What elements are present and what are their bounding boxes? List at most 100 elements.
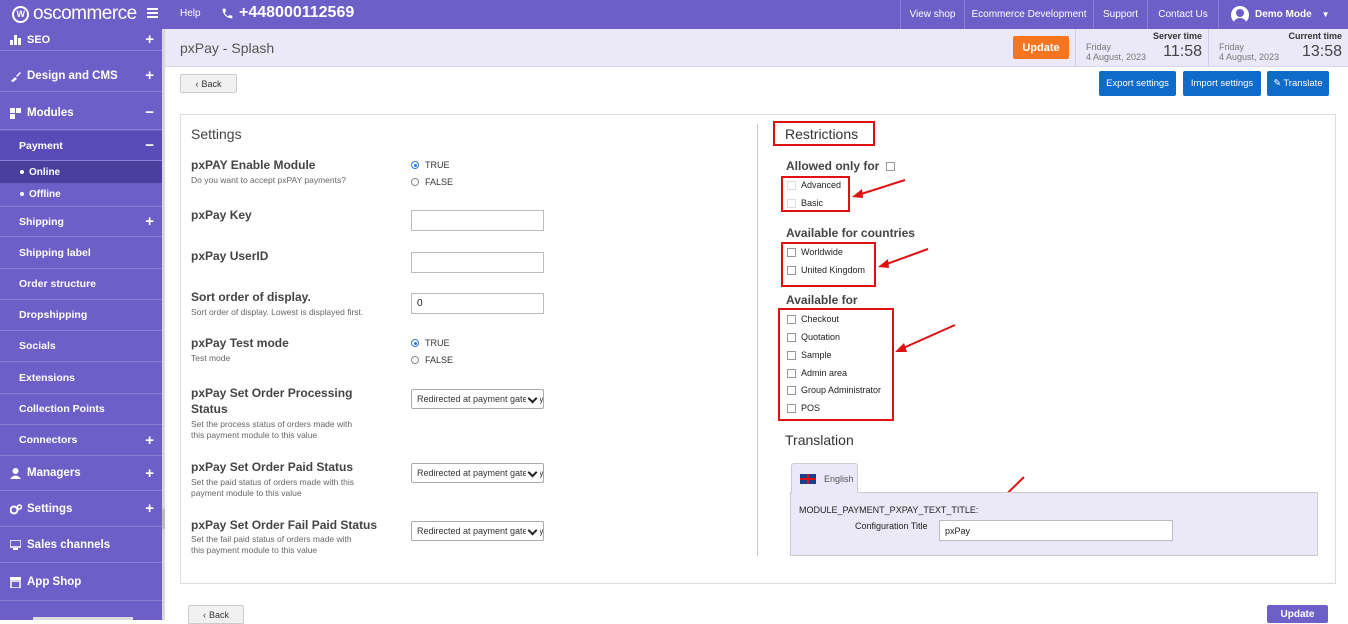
collapse-icon[interactable]: − xyxy=(145,104,154,121)
expand-icon[interactable]: + xyxy=(145,31,154,48)
sidebar-item-modules[interactable]: Modules − xyxy=(0,96,162,130)
sidebar-item-label: Shipping label xyxy=(19,247,91,259)
advanced-checkbox[interactable]: Advanced xyxy=(787,180,841,190)
sidebar-item-label: Order structure xyxy=(19,278,97,290)
logo-badge: W xyxy=(12,5,29,23)
sidebar-item-connectors[interactable]: Connectors + xyxy=(0,425,162,456)
divider xyxy=(757,124,758,556)
export-settings-button[interactable]: Export settings xyxy=(1099,71,1176,96)
expand-icon[interactable]: + xyxy=(145,213,154,230)
sidebar-item-label: Sales channels xyxy=(27,538,111,551)
sidebar-item-label: Socials xyxy=(19,340,56,352)
sidebar-item-app-shop[interactable]: App Shop xyxy=(0,563,162,601)
sidebar-item-payment[interactable]: Payment − xyxy=(0,131,162,161)
sidebar-item-shipping[interactable]: Shipping + xyxy=(0,206,162,237)
sort-order-input[interactable] xyxy=(411,293,544,314)
shop-icon xyxy=(10,576,21,589)
sidebar-item-label: Shipping xyxy=(19,215,64,228)
basic-checkbox[interactable]: Basic xyxy=(787,198,823,208)
allowed-only-checkbox[interactable] xyxy=(885,162,895,172)
support-link[interactable]: Support xyxy=(1093,0,1147,29)
sidebar-item-design[interactable]: Design and CMS + xyxy=(0,60,162,92)
sort-order-label: Sort order of display. xyxy=(191,290,311,304)
menu-icon[interactable] xyxy=(147,6,158,20)
fail-paid-status-desc: Set the fail paid status of orders made … xyxy=(191,534,352,555)
worldwide-checkbox[interactable]: Worldwide xyxy=(787,247,843,257)
translation-heading: Translation xyxy=(785,432,854,448)
expand-icon[interactable]: + xyxy=(145,432,154,449)
user-menu[interactable]: Demo Mode ▼ xyxy=(1218,0,1348,29)
help-link[interactable]: Help xyxy=(180,8,201,19)
sidebar-item-shipping-label[interactable]: Shipping label xyxy=(0,238,162,269)
phone-number: +448000112569 xyxy=(239,4,355,21)
sample-checkbox[interactable]: Sample xyxy=(787,350,832,360)
sidebar-item-label: App Shop xyxy=(27,575,82,588)
config-title-input[interactable] xyxy=(939,520,1173,541)
sidebar-item-label: Extensions xyxy=(19,371,76,384)
fail-paid-status-label: pxPay Set Order Fail Paid Status xyxy=(191,518,378,532)
sidebar-item-label: Connectors xyxy=(19,434,78,446)
test-false-radio[interactable]: FALSE xyxy=(411,355,453,365)
test-true-radio[interactable]: TRUE xyxy=(411,338,450,348)
sidebar-item-managers[interactable]: Managers + xyxy=(0,456,162,491)
collapse-icon[interactable]: − xyxy=(145,137,154,154)
update-button[interactable]: Update xyxy=(1013,36,1069,59)
phone-link[interactable]: +448000112569 xyxy=(221,4,354,22)
sidebar-item-dropshipping[interactable]: Dropshipping xyxy=(0,300,162,331)
allowed-only-heading: Allowed only for xyxy=(786,159,895,173)
sidebar-scrollbar[interactable] xyxy=(162,29,165,620)
translate-button[interactable]: ✎ Translate xyxy=(1267,71,1329,96)
sidebar-item-extensions[interactable]: Extensions xyxy=(0,362,162,394)
settings-heading: Settings xyxy=(191,126,242,142)
pxpay-userid-label: pxPay UserID xyxy=(191,249,269,263)
united-kingdom-checkbox[interactable]: United Kingdom xyxy=(787,265,865,275)
enable-module-desc: Do you want to accept pxPAY payments? xyxy=(191,175,346,185)
footer-back-button[interactable]: ‹ Back xyxy=(188,605,244,624)
logo[interactable]: W oscommerce xyxy=(12,3,137,24)
caret-down-icon: ▼ xyxy=(1321,10,1330,19)
sidebar-item-order-structure[interactable]: Order structure xyxy=(0,269,162,300)
annotation-arrow-icon xyxy=(852,179,906,198)
enable-false-radio[interactable]: FALSE xyxy=(411,177,453,187)
expand-icon[interactable]: + xyxy=(145,465,154,482)
phone-icon xyxy=(222,8,233,18)
sidebar-item-online[interactable]: Online xyxy=(0,161,162,183)
admin-area-checkbox[interactable]: Admin area xyxy=(787,368,847,378)
user-icon xyxy=(10,468,21,479)
view-shop-link[interactable]: View shop xyxy=(900,0,964,29)
processing-status-desc: Set the process status of orders made wi… xyxy=(191,419,353,440)
pxpay-key-input[interactable] xyxy=(411,210,544,231)
title-bar: pxPay - Splash Update Server time Friday… xyxy=(165,29,1348,67)
sidebar-item-socials[interactable]: Socials xyxy=(0,331,162,362)
sidebar-item-collection-points[interactable]: Collection Points xyxy=(0,394,162,425)
expand-icon[interactable]: + xyxy=(145,67,154,84)
sidebar-item-sales-channels[interactable]: Sales channels xyxy=(0,527,162,563)
sidebar-item-label: Design and CMS xyxy=(27,69,118,82)
enable-true-radio[interactable]: TRUE xyxy=(411,160,450,170)
ecommerce-development-link[interactable]: Ecommerce Development xyxy=(964,0,1093,29)
processing-status-select[interactable]: Redirected at payment gateway xyxy=(411,389,544,409)
paid-status-label: pxPay Set Order Paid Status xyxy=(191,460,354,474)
quotation-checkbox[interactable]: Quotation xyxy=(787,332,840,342)
logo-text: oscommerce xyxy=(33,3,137,24)
sidebar-item-seo[interactable]: SEO + xyxy=(0,29,162,51)
checkout-checkbox[interactable]: Checkout xyxy=(787,314,839,324)
sidebar: SEO + Design and CMS + Modules − Payment… xyxy=(0,29,162,620)
enable-module-label: pxPAY Enable Module xyxy=(191,158,316,172)
page-title: pxPay - Splash xyxy=(180,40,275,56)
pxpay-userid-input[interactable] xyxy=(411,252,544,273)
back-button[interactable]: ‹ Back xyxy=(180,74,237,93)
contact-us-link[interactable]: Contact Us xyxy=(1147,0,1218,29)
expand-icon[interactable]: + xyxy=(145,500,154,517)
test-mode-desc: Test mode xyxy=(191,353,231,363)
pos-checkbox[interactable]: POS xyxy=(787,403,820,413)
sidebar-item-offline[interactable]: Offline xyxy=(0,183,162,205)
import-settings-button[interactable]: Import settings xyxy=(1183,71,1261,96)
footer-update-button[interactable]: Update xyxy=(1267,605,1328,623)
tab-english[interactable]: English xyxy=(791,463,858,493)
paid-status-select[interactable]: Redirected at payment gateway xyxy=(411,463,544,483)
server-time-label: Server time xyxy=(1152,31,1202,41)
fail-paid-status-select[interactable]: Redirected at payment gateway xyxy=(411,521,544,541)
sidebar-item-settings[interactable]: Settings + xyxy=(0,491,162,527)
group-administrator-checkbox[interactable]: Group Administrator xyxy=(787,385,881,395)
